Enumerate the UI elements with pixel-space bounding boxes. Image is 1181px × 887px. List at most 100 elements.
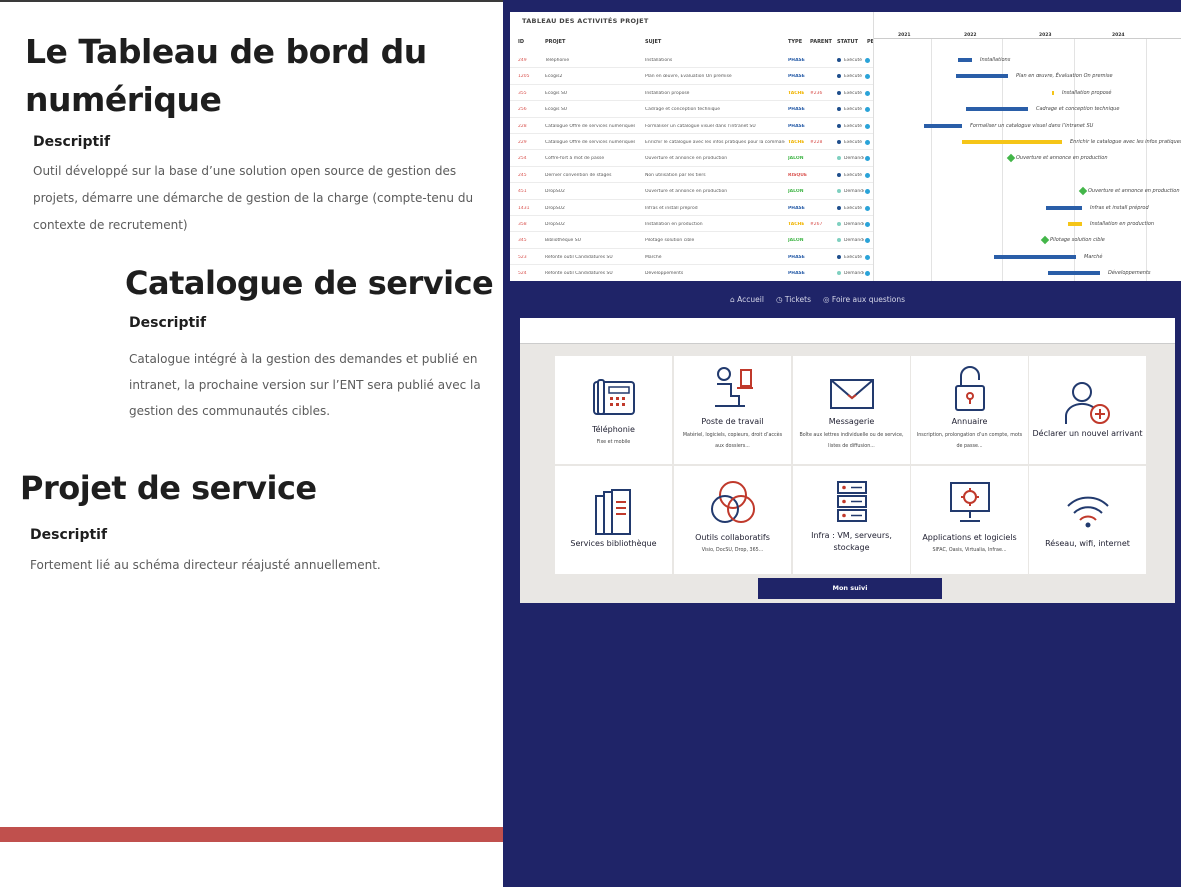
gantt-bar-label: Marché xyxy=(1084,253,1103,260)
tile-reseau[interactable]: Réseau, wifi, internet xyxy=(1029,466,1146,574)
nav-tickets[interactable]: ◷ Tickets xyxy=(776,295,811,304)
cell-statut: Exécuté xyxy=(844,140,862,145)
gantt-row[interactable]: 355 Ecogis SU Installation proposé TÂCHE #23… xyxy=(510,85,873,102)
cell-projet: Refonte outil Candidatures SU xyxy=(545,254,613,260)
gantt-row[interactable]: 245 Dernier convention de stages Non utili… xyxy=(510,167,873,184)
gantt-row[interactable]: 249 Téléphonie Installations PHASE Exécuté xyxy=(510,52,873,69)
cell-sujet: Cadrage et conception technique xyxy=(645,107,721,113)
milestone-diamond[interactable] xyxy=(1006,154,1016,163)
tile-nouvel-arrivant[interactable]: Déclarer un nouvel arrivant xyxy=(1029,356,1146,464)
tile-outils-collaboratifs[interactable]: Outils collaboratifs Visio, DocSU, Drop,… xyxy=(674,466,791,574)
col-header-sujet[interactable]: SUJET xyxy=(645,39,661,45)
gantt-bar[interactable] xyxy=(1068,222,1082,226)
nav-faq[interactable]: ◎ Foire aux questions xyxy=(823,295,905,304)
gantt-bar[interactable] xyxy=(1052,90,1054,95)
cell-type: TÂCHE xyxy=(788,222,805,227)
tile-title: Poste de travail xyxy=(701,417,764,426)
section-title-catalogue: Catalogue de service xyxy=(125,264,494,302)
cell-id: 254 xyxy=(518,156,527,162)
tile-title: Services bibliothèque xyxy=(570,539,657,548)
status-dot xyxy=(837,189,841,194)
clock-icon: ◷ xyxy=(775,295,785,304)
cell-type: PHASE xyxy=(788,254,805,260)
gantt-bar[interactable] xyxy=(1046,205,1082,210)
status-dot xyxy=(837,172,841,177)
gantt-row[interactable]: 345 Bibliothèque SU Pilotage solution cibl… xyxy=(510,232,873,249)
text-line: Outil développé sur la base d’une soluti… xyxy=(33,164,457,178)
cell-type: PHASE xyxy=(788,205,805,211)
add-user-icon xyxy=(1064,382,1110,424)
gantt-bar-label: Développements xyxy=(1108,270,1151,277)
year-label: 2024 xyxy=(1112,33,1125,38)
gantt-bar[interactable] xyxy=(962,140,1062,144)
gantt-row[interactable]: 524 Refonte outil Candidatures SU Développ… xyxy=(510,265,873,281)
top-rule xyxy=(0,0,503,2)
gantt-bar-label: Installation en production xyxy=(1090,221,1155,227)
gantt-row[interactable]: 256 Ecogis SU Cadrage et conception techni… xyxy=(510,101,873,118)
cell-projet: Ecogis2 xyxy=(545,74,563,80)
progress-dot xyxy=(865,90,870,96)
gantt-row[interactable]: 1205 Ecogis2 Plan en œuvre, Évaluation On … xyxy=(510,68,873,85)
gantt-screenshot: TABLEAU DES ACTIVITÉS PROJET ID PROJET S… xyxy=(510,12,1181,281)
gantt-bar[interactable] xyxy=(956,74,1008,79)
cell-type: PHASE xyxy=(788,107,805,113)
service-grid: Téléphonie Fixe et mobile Poste de trava… xyxy=(555,356,1146,575)
gantt-row[interactable]: 523 Refonte outil Candidatures SU Marché PH… xyxy=(510,249,873,266)
gantt-row[interactable]: 1431 DropSU2 Infras et install préprod PHAS… xyxy=(510,200,873,216)
service-portal: Téléphonie Fixe et mobile Poste de trava… xyxy=(520,318,1175,603)
gantt-row[interactable]: 451 DropSU2 Ouverture et annonce en produc… xyxy=(510,183,873,200)
gantt-row[interactable]: 229 Catalogue Offre de services numérique… xyxy=(510,134,873,151)
col-header-id[interactable]: ID xyxy=(518,39,524,45)
progress-dot xyxy=(865,156,870,162)
gantt-bar[interactable] xyxy=(1048,271,1100,276)
gantt-bar[interactable] xyxy=(924,123,962,128)
tile-sub: Matériel, logiciels, copieurs, droit d’a… xyxy=(682,433,783,449)
gantt-bar[interactable] xyxy=(966,107,1028,112)
col-header-type[interactable]: TYPE xyxy=(788,39,802,45)
gantt-bar-label: Cadrage et conception technique xyxy=(1036,106,1120,113)
books-icon xyxy=(594,489,631,535)
tile-bibliotheque[interactable]: Services bibliothèque xyxy=(555,466,672,574)
cell-type: JALON xyxy=(788,156,804,162)
col-header-statut[interactable]: STATUT xyxy=(837,39,858,45)
tile-title: Réseau, wifi, internet xyxy=(1045,539,1130,548)
gantt-bar-label: Plan en œuvre, Évaluation On premise xyxy=(1016,73,1113,80)
tile-messagerie[interactable]: Messagerie Boîte aux lettres individuell… xyxy=(793,356,910,464)
tile-poste-de-travail[interactable]: Poste de travail Matériel, logiciels, co… xyxy=(674,356,791,464)
gantt-bar[interactable] xyxy=(958,58,972,62)
gantt-row[interactable]: 228 Catalogue Offre de services numérique… xyxy=(510,118,873,134)
milestone-diamond[interactable] xyxy=(1040,236,1050,245)
circles-icon xyxy=(710,481,755,523)
progress-dot xyxy=(865,222,870,227)
milestone-diamond[interactable] xyxy=(1078,186,1088,196)
cell-statut: Demandé xyxy=(844,189,864,195)
section-text: Catalogue intégré à la gestion des deman… xyxy=(129,346,499,424)
tile-telephonie[interactable]: Téléphonie Fixe et mobile xyxy=(555,356,672,464)
cell-parent: #228 xyxy=(810,140,823,145)
nav-home[interactable]: ⌂ Accueil xyxy=(730,295,764,304)
gantt-row[interactable]: 358 DropSU2 Installation en production TÂCH… xyxy=(510,216,873,233)
cell-sujet: Non utilisation par les tiers xyxy=(645,172,706,178)
col-header-projet[interactable]: PROJET xyxy=(545,39,565,45)
gantt-bar-label: Ouverture et annonce en production xyxy=(1016,155,1108,162)
mon-suivi-button[interactable]: Mon suivi xyxy=(758,578,942,599)
cell-id: 229 xyxy=(518,140,527,145)
cell-statut: Exécuté xyxy=(844,58,862,63)
gantt-bar[interactable] xyxy=(994,254,1076,259)
text-line: Fortement lié au schéma directeur réajus… xyxy=(30,558,381,572)
cell-sujet: Développements xyxy=(645,271,684,277)
tile-title: Déclarer un nouvel arrivant xyxy=(1032,429,1143,438)
progress-dot xyxy=(865,107,870,113)
progress-dot xyxy=(865,140,870,145)
cell-sujet: Infras et install préprod xyxy=(645,205,698,211)
tile-applications[interactable]: Applications et logiciels SIFAC, Oasis, … xyxy=(911,466,1028,574)
col-header-parent[interactable]: PARENT xyxy=(810,39,832,45)
tile-annuaire[interactable]: Annuaire Inscription, prolongation d’un … xyxy=(911,356,1028,464)
gantt-row[interactable]: 254 Coffre-fort à mot de passe Ouverture e… xyxy=(510,150,873,167)
tile-title: Téléphonie xyxy=(592,425,635,434)
cell-projet: Coffre-fort à mot de passe xyxy=(545,156,605,162)
cell-type: PHASE xyxy=(788,74,805,80)
cell-sujet: Installations xyxy=(645,58,673,63)
gantt-bar-label: Enrichir le catalogue avec les infos pra… xyxy=(1070,139,1181,145)
tile-infra[interactable]: Infra : VM, serveurs, stockage xyxy=(793,466,910,574)
